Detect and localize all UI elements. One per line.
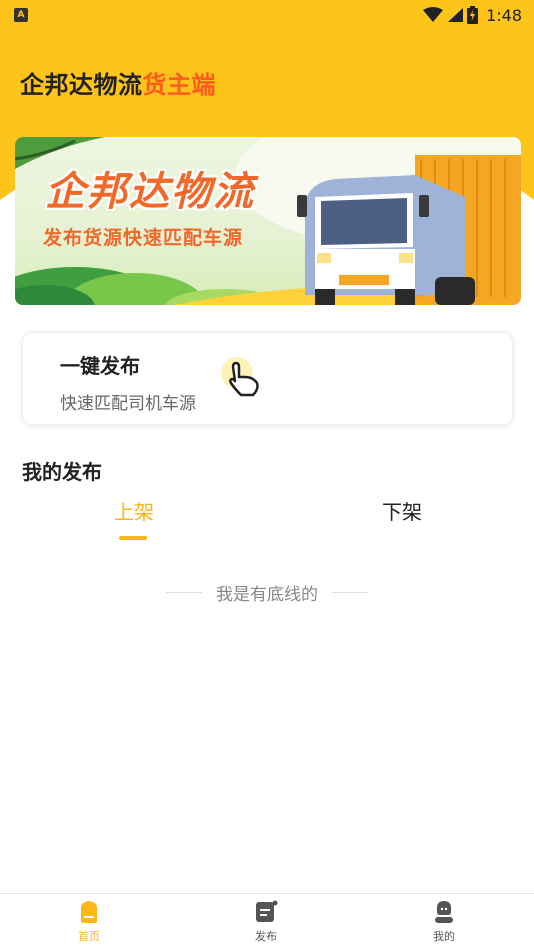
publish-icon bbox=[256, 900, 278, 922]
battery-icon bbox=[467, 6, 479, 24]
app-title-accent: 货主端 bbox=[142, 70, 216, 99]
quick-publish-card[interactable]: 一键发布 快速匹配司机车源 bbox=[22, 332, 513, 425]
nav-label-home: 首页 bbox=[78, 930, 100, 943]
list-end-indicator: 我是有底线的 bbox=[0, 578, 534, 606]
status-bar: A 1:48 bbox=[0, 0, 534, 30]
divider-right bbox=[332, 591, 368, 593]
banner-title: 企邦达物流 bbox=[45, 169, 255, 215]
nav-label-profile: 我的 bbox=[433, 930, 455, 943]
app-title-main: 企邦达物流 bbox=[20, 70, 143, 99]
notification-icon: A bbox=[14, 8, 28, 22]
home-icon bbox=[81, 901, 97, 923]
publish-tabs: 上架 下架 bbox=[0, 496, 534, 546]
tab-listed[interactable]: 上架 bbox=[74, 496, 194, 525]
active-tab-indicator bbox=[119, 536, 147, 540]
profile-icon bbox=[435, 901, 453, 923]
banner-subtitle: 发布货源快速匹配车源 bbox=[43, 227, 244, 249]
quick-publish-title: 一键发布 bbox=[60, 354, 140, 378]
wifi-icon bbox=[423, 7, 444, 22]
signal-icon bbox=[448, 8, 464, 22]
tab-delisted[interactable]: 下架 bbox=[342, 496, 462, 525]
nav-label-publish: 发布 bbox=[255, 930, 277, 943]
nav-item-profile[interactable]: 我的 bbox=[404, 900, 484, 950]
list-end-text: 我是有底线的 bbox=[216, 584, 318, 605]
app-title: 企邦达物流 货主端 bbox=[20, 62, 216, 102]
bottom-nav: 首页 发布 我的 bbox=[0, 893, 534, 950]
nav-item-home[interactable]: 首页 bbox=[49, 900, 129, 950]
tap-hand-icon bbox=[221, 357, 259, 397]
my-publish-heading: 我的发布 bbox=[22, 460, 102, 484]
divider-left bbox=[166, 591, 202, 593]
promo-banner[interactable]: 企邦达物流 发布货源快速匹配车源 bbox=[15, 137, 521, 305]
status-time: 1:48 bbox=[486, 5, 522, 25]
nav-item-publish[interactable]: 发布 bbox=[226, 900, 306, 950]
quick-publish-subtitle: 快速匹配司机车源 bbox=[60, 394, 196, 414]
